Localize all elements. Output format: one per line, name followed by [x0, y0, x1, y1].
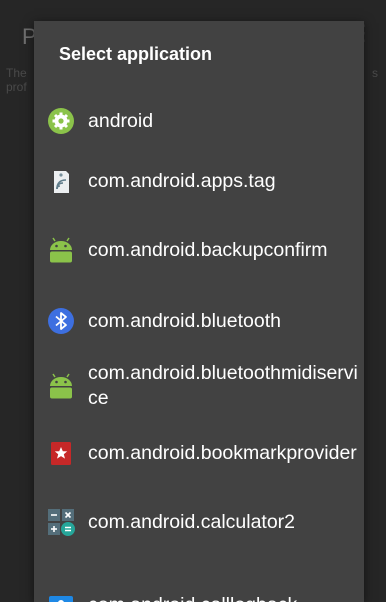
app-item-backupconfirm[interactable]: com.android.backupconfirm: [34, 223, 364, 277]
app-item-label: com.android.backupconfirm: [88, 238, 328, 261]
app-item-android[interactable]: android: [34, 97, 364, 145]
app-item-label: com.android.calllogback: [88, 593, 358, 602]
app-item-label: com.android.apps.tag: [88, 169, 276, 192]
app-item-apps-tag[interactable]: com.android.apps.tag: [34, 157, 364, 205]
app-item-bluetoothmidiservice[interactable]: com.android.bluetoothmidiservice: [34, 359, 364, 413]
background-description-right: s: [372, 66, 378, 80]
android-robot-icon: [47, 372, 75, 400]
app-item-label: com.android.bookmarkprovider: [88, 441, 357, 464]
app-item-label: com.android.calculator2: [88, 510, 296, 533]
select-application-dialog: Select application android com.android.a…: [34, 21, 364, 602]
app-item-bookmarkprovider[interactable]: com.android.bookmarkprovider: [34, 426, 364, 480]
app-item-calculator2[interactable]: com.android.calculator2: [34, 498, 364, 546]
contact-card-icon: [47, 591, 75, 602]
bookmark-icon: [47, 439, 75, 467]
android-settings-gear-icon: [47, 107, 75, 135]
bluetooth-icon: [47, 307, 75, 335]
app-item-label: com.android.bluetoothmidiservice: [88, 362, 358, 409]
nfc-tag-icon: [47, 167, 75, 195]
calculator-icon: [47, 508, 75, 536]
app-item-calllogback[interactable]: com.android.calllogback: [34, 581, 364, 602]
app-item-label: android: [88, 109, 154, 132]
background-description: The prof: [6, 66, 27, 94]
app-item-bluetooth[interactable]: com.android.bluetooth: [34, 297, 364, 345]
dialog-title: Select application: [59, 44, 213, 64]
android-robot-icon: [47, 236, 75, 264]
app-item-label: com.android.bluetooth: [88, 309, 281, 332]
